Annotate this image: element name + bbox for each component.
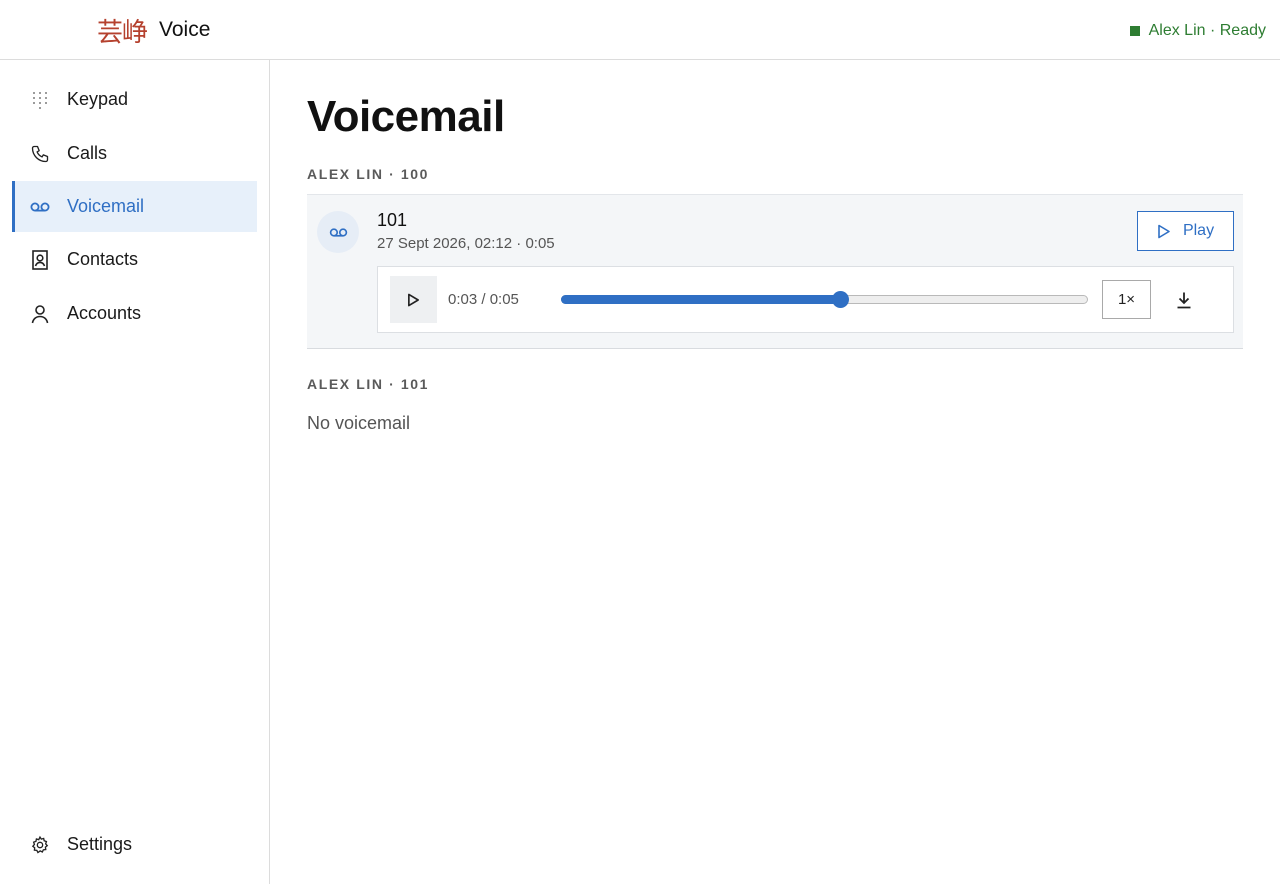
player-time: 0:03 / 0:05 (448, 291, 519, 308)
agent-status: Alex Lin · Ready (1129, 20, 1266, 42)
download-button[interactable] (1171, 287, 1197, 313)
contact-book-icon (29, 249, 51, 271)
sidebar-item-label: Voicemail (67, 196, 145, 216)
voicemail-meta: 27 Sept 2026, 02:12 · 0:05 (377, 235, 555, 252)
playback-speed-button[interactable]: 1× (1102, 280, 1151, 319)
page-title: Voicemail (307, 92, 505, 141)
sidebar-item-label: Calls (67, 143, 108, 163)
person-icon (29, 303, 51, 325)
sidebar-item-label: Accounts (67, 303, 142, 323)
sidebar-item-keypad[interactable]: Keypad (12, 74, 257, 125)
phone-icon (29, 143, 51, 165)
play-button-label: Play (1182, 222, 1215, 239)
status-text: Alex Lin · Ready (1148, 22, 1266, 39)
top-bar: 芸峥 Voice Alex Lin · Ready (0, 0, 1280, 60)
voicemail-icon (329, 227, 347, 237)
play-button[interactable]: Play (1137, 211, 1234, 251)
audio-player: 0:03 / 0:05 1× (377, 266, 1234, 333)
sidebar-item-label: Keypad (67, 89, 129, 109)
gear-icon (29, 834, 51, 856)
voicemail-caller-number: 101 (377, 210, 408, 230)
player-seek-slider[interactable] (561, 291, 1088, 308)
sidebar-item-accounts[interactable]: Accounts (12, 288, 257, 339)
voicemail-item[interactable]: 101 27 Sept 2026, 02:12 · 0:05 Play 0:03… (307, 194, 1243, 349)
app-logo[interactable]: 芸峥 Voice (97, 12, 210, 48)
play-icon (408, 293, 419, 306)
settings-label: Settings (67, 834, 133, 854)
section-label: ALEX LIN · 100 (307, 166, 429, 182)
status-indicator-icon (1129, 26, 1140, 36)
player-seek-thumb[interactable] (832, 291, 850, 308)
section-label: ALEX LIN · 101 (307, 376, 429, 392)
sidebar-item-voicemail[interactable]: Voicemail (12, 181, 257, 232)
empty-state-text: No voicemail (307, 413, 411, 433)
player-progress-fill (561, 295, 841, 304)
sidebar-item-contacts[interactable]: Contacts (12, 234, 257, 285)
sidebar: Keypad Calls Voicemail Contacts Accounts… (0, 60, 270, 884)
play-icon (1158, 224, 1170, 238)
download-icon (1177, 292, 1191, 309)
voicemail-avatar (317, 211, 359, 253)
logo-mark: 芸峥 (97, 17, 148, 48)
app-name: Voice (159, 18, 211, 41)
player-play-button[interactable] (390, 276, 437, 323)
voicemail-icon (29, 196, 51, 218)
keypad-icon (29, 89, 51, 111)
sidebar-item-label: Contacts (67, 249, 139, 269)
sidebar-item-settings[interactable]: Settings (12, 819, 257, 870)
sidebar-item-calls[interactable]: Calls (12, 128, 257, 179)
